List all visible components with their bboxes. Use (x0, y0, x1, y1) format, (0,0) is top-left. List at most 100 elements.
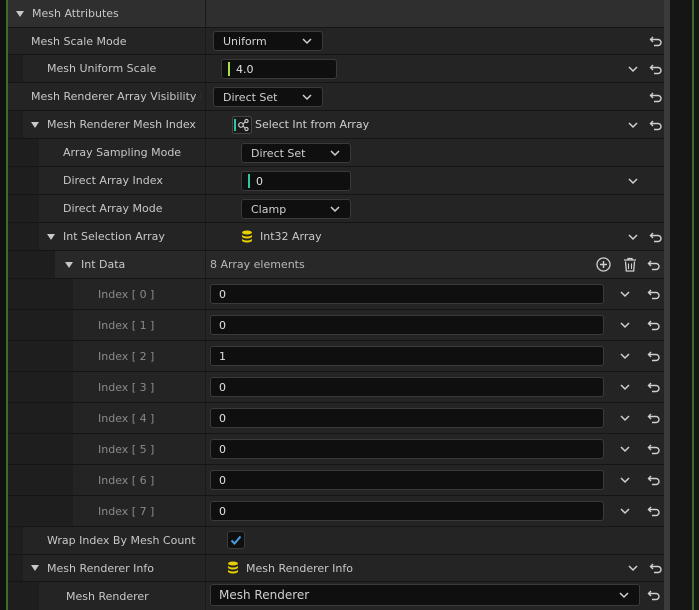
array-element-input[interactable]: 0 (210, 377, 604, 397)
reset-to-default-icon[interactable] (647, 442, 661, 456)
label-mesh-renderer: Mesh Renderer (66, 589, 149, 603)
reset-to-default-icon[interactable] (647, 380, 661, 394)
right-edge (670, 0, 699, 610)
reset-to-default-icon[interactable] (647, 349, 661, 363)
reset-to-default-icon[interactable] (649, 62, 663, 76)
label-mesh-uniform-scale: Mesh Uniform Scale (47, 62, 157, 75)
chevron-down-icon (302, 36, 312, 46)
add-element-icon[interactable] (596, 257, 611, 275)
array-element-input[interactable]: 1 (210, 346, 604, 366)
reset-to-default-icon[interactable] (647, 411, 661, 425)
array-element-input[interactable]: 0 (210, 408, 604, 428)
collapse-triangle-icon[interactable] (65, 261, 73, 268)
reset-to-default-icon[interactable] (649, 118, 663, 132)
array-element-label: Index [ 3 ] (98, 380, 155, 394)
array-element-value: 1 (219, 349, 226, 363)
reset-to-default-icon[interactable] (647, 504, 661, 518)
array-element-input[interactable]: 0 (210, 439, 604, 459)
mesh-renderer-dropdown[interactable]: Mesh Renderer (210, 584, 640, 606)
chevron-down-icon[interactable] (627, 231, 639, 243)
chevron-down-icon[interactable] (619, 443, 631, 455)
reset-to-default-icon[interactable] (647, 473, 661, 487)
array-element-row: Index [ 2 ] 1 (8, 341, 664, 372)
dynamic-input-icon[interactable] (232, 116, 252, 137)
chevron-down-icon[interactable] (619, 505, 631, 517)
row-visibility-mode: Mesh Renderer Array Visibility Mo Direct… (8, 83, 664, 111)
chevron-down-icon[interactable] (627, 562, 639, 574)
reset-to-default-icon[interactable] (649, 90, 663, 104)
chevron-down-icon[interactable] (627, 119, 639, 131)
row-mesh-scale-mode: Mesh Scale Mode Uniform (8, 28, 664, 55)
chevron-down-icon (619, 590, 629, 600)
visibility-mode-value: Direct Set (223, 90, 278, 104)
wrap-index-checkbox[interactable] (227, 531, 245, 549)
row-mesh-index[interactable]: Mesh Renderer Mesh Index Select Int from… (8, 111, 664, 139)
reset-to-default-icon[interactable] (649, 34, 663, 48)
int-data-count: 8 Array elements (210, 258, 305, 271)
array-element-row: Index [ 5 ] 0 (8, 434, 664, 465)
reset-to-default-icon[interactable] (647, 287, 661, 301)
details-panel: Mesh Attributes Mesh Scale Mode Uniform … (8, 0, 664, 610)
chevron-down-icon[interactable] (627, 175, 639, 187)
array-element-label: Index [ 2 ] (98, 349, 155, 363)
array-element-label: Index [ 5 ] (98, 442, 155, 456)
chevron-down-icon[interactable] (627, 63, 639, 75)
label-direct-array-mode: Direct Array Mode (63, 202, 163, 215)
row-int-selection-array[interactable]: Int Selection Array Int32 Array (8, 223, 664, 251)
array-element-input[interactable]: 0 (210, 470, 604, 490)
chevron-down-icon[interactable] (619, 381, 631, 393)
uniform-scale-value: 4.0 (236, 62, 254, 76)
row-direct-array-index: Direct Array Index 0 (8, 167, 664, 195)
reset-to-default-icon[interactable] (647, 318, 661, 332)
array-element-label: Index [ 6 ] (98, 473, 155, 487)
uniform-scale-input[interactable]: 4.0 (221, 59, 337, 79)
row-int-data[interactable]: Int Data 8 Array elements (8, 251, 664, 279)
visibility-mode-dropdown[interactable]: Direct Set (213, 87, 323, 107)
direct-mode-dropdown[interactable]: Clamp (241, 199, 351, 219)
row-mesh-renderer-info[interactable]: Mesh Renderer Info Mesh Renderer Info (8, 555, 664, 582)
label-mesh-renderer-info: Mesh Renderer Info (47, 561, 154, 575)
array-database-icon (241, 230, 253, 247)
chevron-down-icon[interactable] (619, 350, 631, 362)
array-element-value: 0 (219, 380, 226, 394)
direct-index-input[interactable]: 0 (241, 171, 351, 191)
mesh-renderer-value: Mesh Renderer (219, 588, 310, 602)
array-element-row: Index [ 4 ] 0 (8, 403, 664, 434)
chevron-down-icon (302, 92, 312, 102)
reset-to-default-icon[interactable] (647, 258, 661, 272)
section-header-mesh-attributes[interactable]: Mesh Attributes (8, 0, 664, 28)
reset-to-default-icon[interactable] (647, 588, 661, 602)
reset-to-default-icon[interactable] (649, 561, 663, 575)
array-element-value: 0 (219, 411, 226, 425)
sampling-mode-dropdown[interactable]: Direct Set (241, 143, 351, 163)
chevron-down-icon[interactable] (619, 412, 631, 424)
trash-icon[interactable] (623, 257, 637, 275)
label-visibility-mode: Mesh Renderer Array Visibility Mo (31, 90, 201, 103)
reset-to-default-icon[interactable] (649, 230, 663, 244)
label-wrap-index: Wrap Index By Mesh Count (47, 534, 196, 547)
array-element-label: Index [ 0 ] (98, 287, 155, 301)
collapse-triangle-icon[interactable] (16, 10, 24, 17)
label-int-selection-array: Int Selection Array (63, 230, 165, 243)
array-element-value: 0 (219, 504, 226, 518)
collapse-triangle-icon[interactable] (31, 121, 39, 128)
array-element-input[interactable]: 0 (210, 315, 604, 335)
chevron-down-icon[interactable] (619, 319, 631, 331)
array-element-value: 0 (219, 442, 226, 456)
mesh-renderer-info-value: Mesh Renderer Info (246, 561, 353, 575)
collapse-triangle-icon[interactable] (47, 233, 55, 240)
array-element-input[interactable]: 0 (210, 284, 604, 304)
mesh-index-value: Select Int from Array (255, 118, 370, 131)
chevron-down-icon[interactable] (619, 288, 631, 300)
chevron-down-icon[interactable] (619, 474, 631, 486)
array-element-input[interactable]: 0 (210, 501, 604, 521)
collapse-triangle-icon[interactable] (31, 565, 39, 571)
label-array-sampling-mode: Array Sampling Mode (63, 146, 182, 159)
array-element-label: Index [ 7 ] (98, 504, 155, 518)
array-element-row: Index [ 0 ] 0 (8, 279, 664, 310)
array-element-value: 0 (219, 473, 226, 487)
scale-mode-value: Uniform (223, 34, 267, 48)
label-int-data: Int Data (81, 258, 126, 271)
scale-mode-dropdown[interactable]: Uniform (213, 31, 323, 51)
array-element-row: Index [ 3 ] 0 (8, 372, 664, 403)
